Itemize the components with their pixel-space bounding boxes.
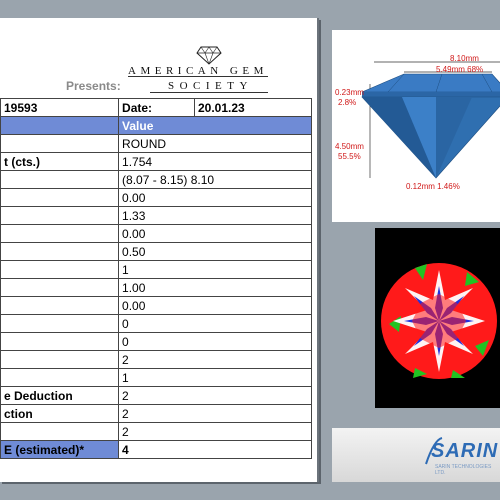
row-value: 1.33 <box>118 206 312 225</box>
crown-height-label: 0.23mm <box>335 88 364 97</box>
row-label <box>0 170 120 189</box>
row-value: 0 <box>118 332 312 351</box>
row-value: 0.00 <box>118 188 312 207</box>
aset-image <box>375 228 500 408</box>
pavilion-pct-label: 55.5% <box>338 152 361 161</box>
row-label <box>0 350 120 369</box>
final-grade-label: E (estimated)* <box>0 440 120 459</box>
row-label <box>0 332 120 351</box>
row-label: e Deduction <box>0 386 120 405</box>
table-row: 0.50 <box>0 242 312 261</box>
row-value: 2 <box>118 404 312 423</box>
table-row: 1.00 <box>0 278 312 297</box>
table-row-final: E (estimated)* 4 <box>0 440 312 459</box>
row-label: ction <box>0 404 120 423</box>
date-label: Date: <box>118 98 195 117</box>
row-label <box>0 422 120 441</box>
report-number: 19593 <box>0 98 120 117</box>
sarin-tagline: SARIN TECHNOLOGIES LTD. <box>435 464 492 476</box>
row-value: 0.00 <box>118 296 312 315</box>
table-row: (8.07 - 8.15) 8.10 <box>0 170 312 189</box>
row-value: 0 <box>118 314 312 333</box>
row-label: t (cts.) <box>0 152 120 171</box>
row-value: 0.50 <box>118 242 312 261</box>
logo-rule <box>128 76 268 77</box>
final-grade-value: 4 <box>118 440 312 459</box>
table-row: 19593 Date: 20.01.23 <box>0 98 313 117</box>
value-header: Value <box>118 116 312 135</box>
table-label: 5.49mm 68% <box>436 65 484 74</box>
header-cell <box>0 116 120 135</box>
table-row: 1 <box>0 260 312 279</box>
row-label <box>0 206 120 225</box>
table-row: 0.00 <box>0 188 312 207</box>
row-value: 1 <box>118 260 312 279</box>
proportion-diagram: 8.10mm 5.49mm 68% 0.23mm 2.8% 4.50mm 55.… <box>332 30 500 222</box>
logo-rule <box>150 92 268 93</box>
table-row: ROUND <box>0 134 312 153</box>
row-label <box>0 368 120 387</box>
diamond-logo-icon <box>196 46 222 65</box>
sarin-branding: SARIN SARIN TECHNOLOGIES LTD. <box>332 428 500 482</box>
pavilion-depth-label: 4.50mm <box>335 142 364 151</box>
row-value: ROUND <box>118 134 312 153</box>
table-row: t (cts.) 1.754 <box>0 152 312 171</box>
table-row: 1 <box>0 368 312 387</box>
row-value: 0.00 <box>118 224 312 243</box>
table-row: 0 <box>0 332 312 351</box>
date-value: 20.01.23 <box>193 98 313 117</box>
sarin-logo-text: SARIN <box>431 440 499 462</box>
row-label <box>0 278 120 297</box>
row-label <box>0 224 120 243</box>
row-label <box>0 188 120 207</box>
culet-label: 0.12mm 1.46% <box>406 182 460 191</box>
logo-text-society: SOCIETY <box>168 80 253 92</box>
table-row: 0.00 <box>0 296 312 315</box>
diameter-label: 8.10mm <box>450 54 479 63</box>
table-row: 2 <box>0 422 312 441</box>
row-label <box>0 296 120 315</box>
row-value: 2 <box>118 350 312 369</box>
row-label <box>0 134 120 153</box>
row-value: 1.00 <box>118 278 312 297</box>
row-value: 1 <box>118 368 312 387</box>
row-value: (8.07 - 8.15) 8.10 <box>118 170 312 189</box>
row-label <box>0 260 120 279</box>
table-header-row: Value <box>0 116 312 135</box>
table-row: 0 <box>0 314 312 333</box>
table-row: 2 <box>0 350 312 369</box>
table-row: 1.33 <box>0 206 312 225</box>
row-value: 2 <box>118 422 312 441</box>
aset-diamond-icon <box>381 263 497 379</box>
row-value: 2 <box>118 386 312 405</box>
row-label <box>0 314 120 333</box>
row-label <box>0 242 120 261</box>
presents-label: Presents: <box>66 79 121 93</box>
table-body: ROUND t (cts.) 1.754 (8.07 - 8.15) 8.10 0.00… <box>0 134 312 441</box>
table-row: 0.00 <box>0 224 312 243</box>
crown-pct-label: 2.8% <box>338 98 357 107</box>
row-value: 1.754 <box>118 152 312 171</box>
report-panel: AMERICAN GEM SOCIETY Presents: 19593 Dat… <box>0 18 319 482</box>
table-row: e Deduction 2 <box>0 386 312 405</box>
grading-table: 19593 Date: 20.01.23 Value ROUND t (cts.)… <box>0 98 313 459</box>
table-row: ction 2 <box>0 404 312 423</box>
